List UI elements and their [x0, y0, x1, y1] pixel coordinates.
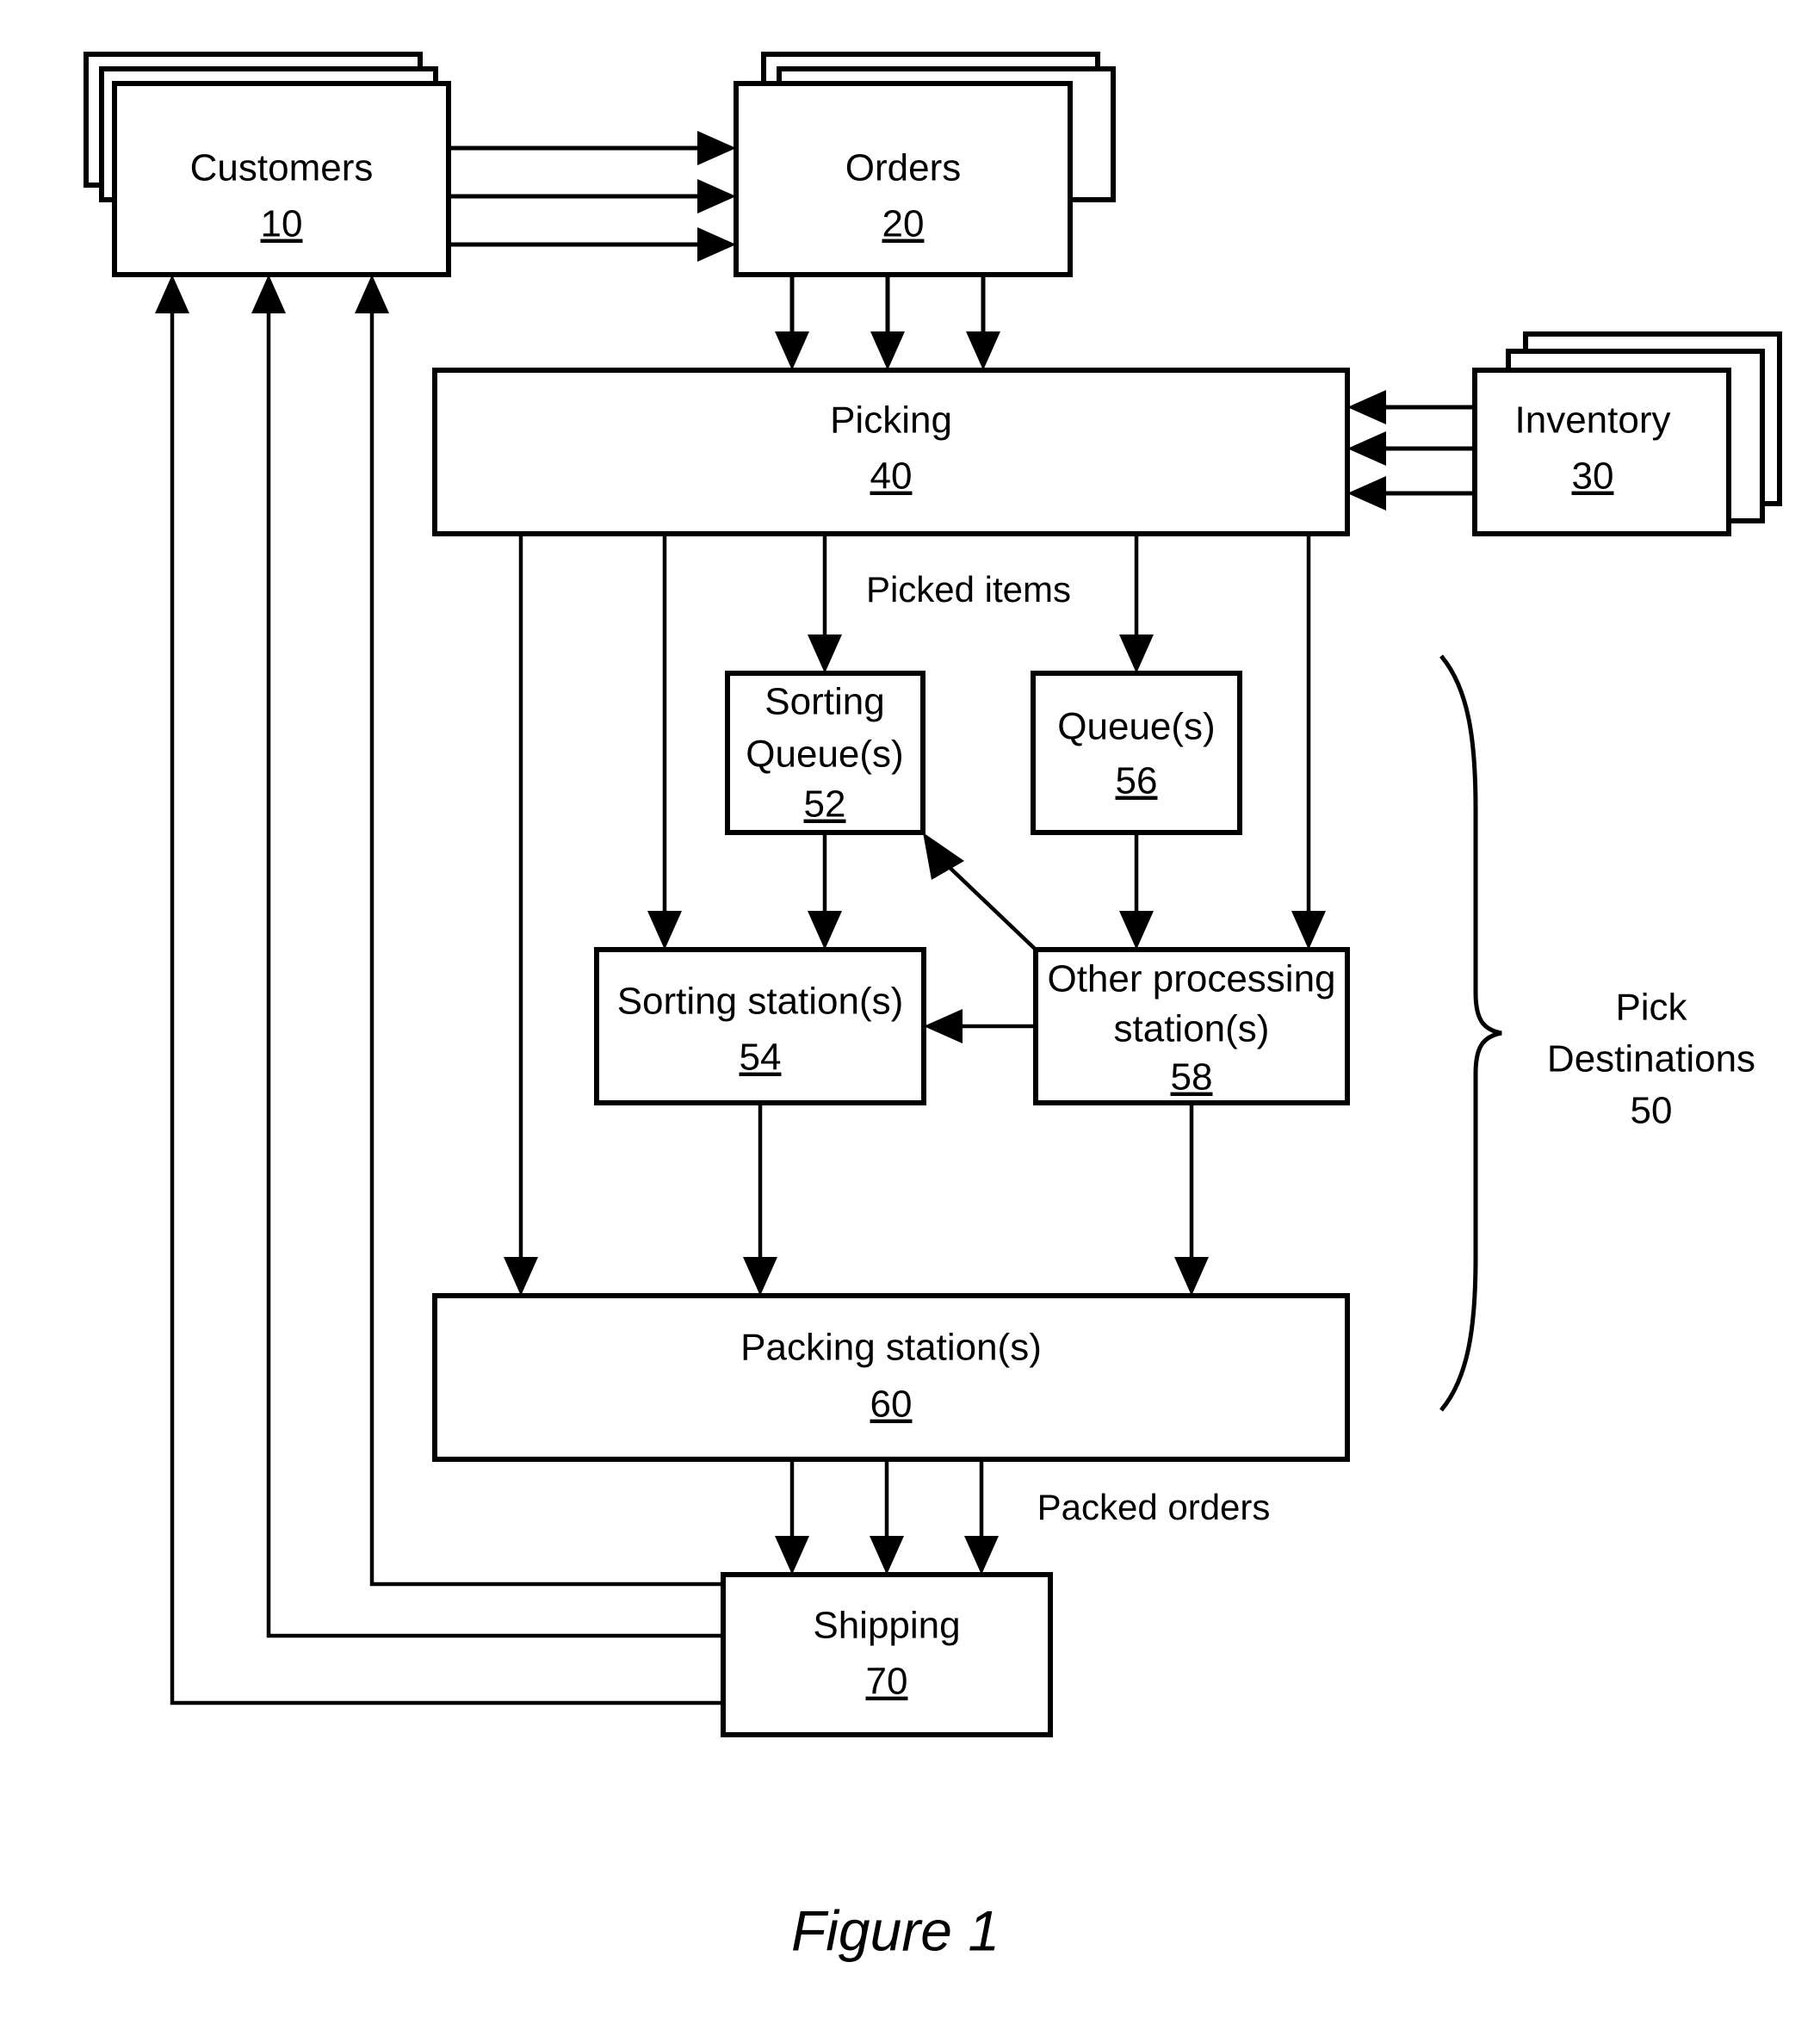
patent-figure-canvas: Customers 10 Orders 20 Picking 40 Invent… [0, 0, 1820, 2018]
queue-box[interactable] [1031, 671, 1242, 835]
sorting-station-box[interactable] [594, 947, 926, 1105]
arrowhead-picking-other-processing [1291, 911, 1326, 950]
pick-destinations-label-line1: Pick [1615, 987, 1687, 1029]
sorting-station-ref: 54 [740, 1037, 782, 1079]
queue-ref: 56 [1116, 760, 1158, 802]
arrowhead-packing-shipping-1 [775, 1536, 809, 1575]
arrowhead-feedback-3 [155, 275, 189, 313]
node-orders[interactable]: Orders 20 [734, 52, 1116, 277]
inventory-ref: 30 [1572, 455, 1614, 498]
arrowhead-inventory-picking-3 [1347, 476, 1386, 511]
arrowhead-packing-shipping-2 [870, 1536, 904, 1575]
arrowhead-other-processing-sorting-queue [923, 833, 964, 880]
arrowhead-other-processing-packing [1174, 1257, 1209, 1296]
pick-destinations-label-line2: Destinations [1547, 1038, 1755, 1080]
node-sorting-station[interactable]: Sorting station(s) 54 [594, 947, 926, 1105]
pick-destinations-brace-group: Pick Destinations 50 [1439, 654, 1755, 1412]
shipping-label: Shipping [813, 1605, 960, 1647]
figure-caption: Figure 1 [791, 1898, 1000, 1962]
sorting-queue-ref: 52 [804, 783, 846, 826]
shipping-box[interactable] [721, 1572, 1053, 1737]
packing-station-ref: 60 [870, 1384, 913, 1426]
sorting-queue-label-line2: Queue(s) [746, 734, 903, 776]
packing-station-box[interactable] [432, 1293, 1350, 1462]
edge-packing-to-shipping [775, 1459, 999, 1575]
arrowhead-queue-other-processing [1119, 911, 1154, 950]
arrowhead-picking-sorting-queue [808, 634, 842, 673]
other-processing-label-line1: Other processing [1047, 958, 1335, 1000]
arrowhead-customers-orders-1 [697, 131, 736, 165]
node-inventory[interactable]: Inventory 30 [1472, 331, 1782, 536]
edge-orders-to-picking [775, 275, 1000, 370]
picking-box[interactable] [432, 368, 1350, 536]
arrowhead-orders-picking-1 [775, 331, 809, 370]
node-shipping[interactable]: Shipping 70 [721, 1572, 1053, 1737]
sorting-queue-label-line1: Sorting [765, 681, 884, 723]
arrowhead-sorting-queue-sorting-station [808, 911, 842, 950]
picking-label: Picking [830, 399, 952, 442]
pick-destinations-brace [1439, 654, 1502, 1412]
arrowhead-other-processing-sorting-station [924, 1009, 963, 1043]
node-queue[interactable]: Queue(s) 56 [1031, 671, 1242, 835]
node-packing-station[interactable]: Packing station(s) 60 [432, 1293, 1350, 1462]
packing-station-label: Packing station(s) [740, 1327, 1042, 1369]
flow-diagram: Customers 10 Orders 20 Picking 40 Invent… [84, 52, 1782, 1962]
sorting-station-label: Sorting station(s) [617, 981, 904, 1023]
arrowhead-orders-picking-2 [870, 331, 905, 370]
customers-ref: 10 [261, 203, 303, 245]
shipping-ref: 70 [866, 1661, 908, 1703]
arrowhead-picking-sorting-station [647, 911, 682, 950]
inventory-label: Inventory [1515, 399, 1671, 442]
arrowhead-sorting-station-packing [743, 1257, 777, 1296]
customers-label: Customers [190, 147, 374, 189]
arrowhead-customers-orders-3 [697, 227, 736, 262]
queue-label: Queue(s) [1057, 706, 1215, 748]
picking-ref: 40 [870, 455, 913, 498]
arrowhead-picking-queue [1119, 634, 1154, 673]
packed-orders-label: Packed orders [1037, 1487, 1271, 1527]
other-processing-label-line2: station(s) [1114, 1008, 1270, 1050]
arrowhead-inventory-picking-1 [1347, 390, 1386, 424]
arrowhead-feedback-1 [355, 275, 389, 313]
other-processing-ref: 58 [1171, 1056, 1213, 1099]
node-customers[interactable]: Customers 10 [84, 52, 451, 277]
picked-items-label: Picked items [866, 569, 1071, 610]
edge-inventory-to-picking [1347, 390, 1475, 511]
arrowhead-inventory-picking-2 [1347, 431, 1386, 466]
orders-ref: 20 [882, 203, 925, 245]
node-sorting-queue[interactable]: Sorting Queue(s) 52 [725, 671, 925, 835]
arrowhead-customers-orders-2 [697, 179, 736, 214]
inventory-box[interactable] [1472, 368, 1731, 536]
node-other-processing[interactable]: Other processing station(s) 58 [1033, 947, 1350, 1105]
pick-destinations-ref: 50 [1631, 1090, 1673, 1132]
arrowhead-feedback-2 [251, 275, 286, 313]
arrowhead-orders-picking-3 [966, 331, 1000, 370]
edge-customers-to-orders [449, 131, 736, 262]
node-picking[interactable]: Picking 40 [432, 368, 1350, 536]
arrowhead-packing-shipping-3 [964, 1536, 999, 1575]
orders-label: Orders [845, 147, 961, 189]
arrowhead-picking-packing-left [504, 1257, 538, 1296]
edge-other-processing-to-sorting-queue [941, 859, 1037, 951]
